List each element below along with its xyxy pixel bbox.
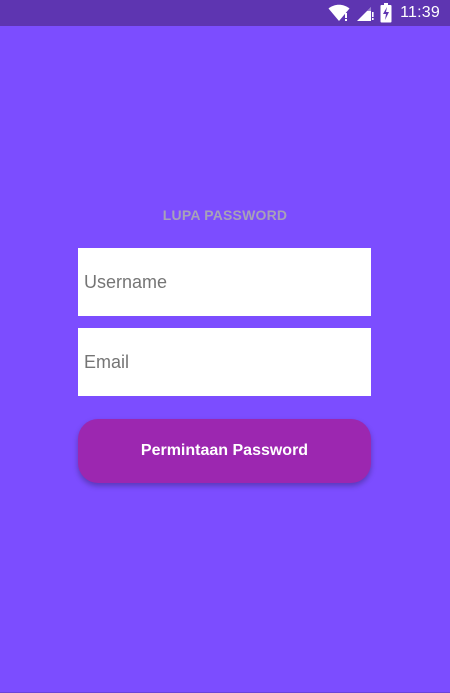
- clock: 11:39: [400, 4, 440, 21]
- request-password-button[interactable]: Permintaan Password: [78, 419, 371, 483]
- signal-icon: [356, 4, 374, 22]
- username-input[interactable]: [78, 248, 371, 316]
- battery-charging-icon: [380, 3, 392, 23]
- username-field[interactable]: [78, 248, 371, 316]
- email-field[interactable]: [78, 328, 371, 396]
- status-bar: 11:39: [0, 0, 450, 26]
- forgot-password-screen: LUPA PASSWORD Permintaan Password: [0, 26, 450, 693]
- page-title: LUPA PASSWORD: [162, 207, 288, 223]
- status-icons: 11:39: [328, 3, 440, 23]
- wifi-icon: [328, 4, 350, 22]
- email-input[interactable]: [78, 328, 371, 396]
